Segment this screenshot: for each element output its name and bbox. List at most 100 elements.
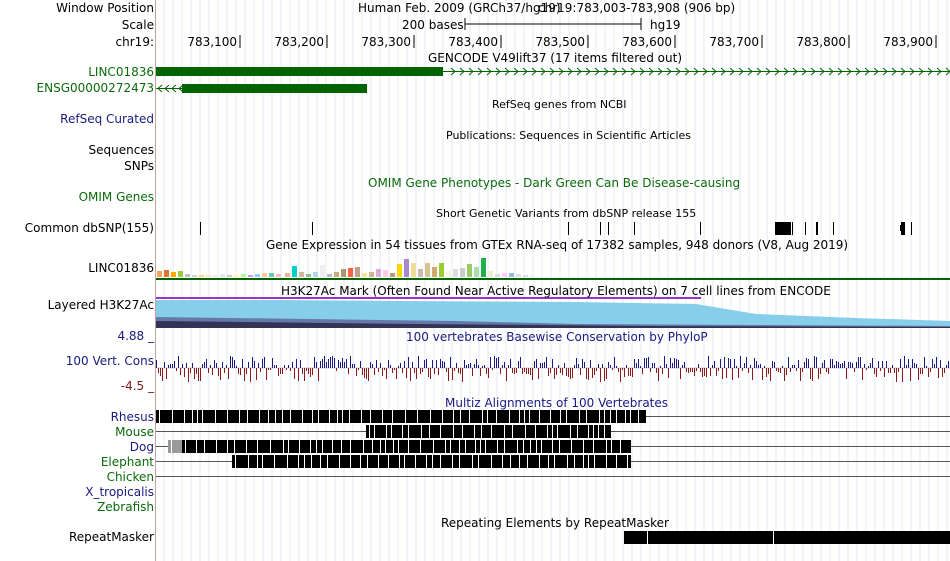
alignment-gap (560, 410, 561, 423)
cons-bar (278, 368, 279, 376)
track-label-snps[interactable]: SNPs (124, 159, 154, 173)
cons-bar (312, 368, 313, 375)
cons-bar (628, 368, 629, 376)
cons-bar (524, 368, 525, 372)
cons-bar (430, 368, 431, 379)
gtex-tissue-bar (327, 274, 332, 277)
alignment-gap (259, 410, 260, 423)
gtex-tissue-bar (362, 273, 367, 277)
cons-bar (166, 368, 167, 379)
cons-bar (840, 364, 841, 368)
alignment-gap (588, 425, 589, 438)
cons-bar (838, 362, 839, 368)
gtex-tissue-bar (397, 264, 402, 277)
track-label-cons[interactable]: 100 Vert. Cons (66, 354, 154, 368)
cons-bar (510, 359, 511, 368)
track-label-repeatmasker[interactable]: RepeatMasker (69, 530, 154, 544)
species-label-zebrafish[interactable]: Zebrafish (97, 500, 154, 514)
window-position-label: Window Position (56, 1, 154, 15)
alignment-gap (548, 455, 549, 468)
cons-bar (348, 368, 349, 374)
cons-bar (618, 368, 619, 372)
cons-bar (646, 358, 647, 368)
species-label-xtropicalis[interactable]: X_tropicalis (85, 485, 154, 499)
cons-bar (848, 362, 849, 368)
cons-bar (830, 359, 831, 368)
cons-bar (462, 368, 463, 382)
track-label-refseq[interactable]: RefSeq Curated (60, 112, 154, 126)
cons-bar (372, 364, 373, 368)
cons-bar (306, 368, 307, 371)
alignment-gap (462, 425, 463, 438)
h3k27ac-signal (156, 297, 950, 328)
species-label-mouse[interactable]: Mouse (115, 425, 154, 439)
species-label-elephant[interactable]: Elephant (101, 455, 154, 469)
alignment-gap (283, 440, 284, 453)
alignment-gap (270, 440, 271, 453)
track-label-gtex[interactable]: LINC01836 (88, 261, 154, 275)
cons-bar (182, 364, 183, 368)
cons-bar (266, 368, 267, 380)
publications-title: Publications: Sequences in Scientific Ar… (446, 129, 691, 142)
snp-mark (833, 222, 834, 235)
cons-bar (592, 368, 593, 378)
cons-bar (280, 368, 281, 374)
cons-bar (324, 356, 325, 368)
species-label-rhesus[interactable]: Rhesus (111, 410, 154, 424)
cons-bar (196, 368, 197, 374)
cons-bar (436, 360, 437, 368)
gtex-tissue-bar (164, 270, 169, 277)
gtex-tissue-bar (523, 275, 528, 277)
alignment-gap (316, 440, 317, 453)
alignment-gap (304, 455, 305, 468)
track-label-linc01836[interactable]: LINC01836 (88, 65, 154, 79)
cons-bar (400, 363, 401, 368)
cons-bar (370, 362, 371, 368)
cons-bar (576, 358, 577, 368)
gtex-tissue-bar (481, 258, 486, 277)
alignment-gap (519, 455, 520, 468)
cons-bar (914, 363, 915, 368)
cons-bar (298, 368, 299, 381)
snp-mark (600, 222, 601, 235)
cons-bar (740, 356, 741, 368)
alignment-gap (382, 410, 383, 423)
cons-bar (620, 368, 621, 382)
alignment-gap (234, 440, 235, 453)
cons-bar (768, 368, 769, 374)
cons-bar (208, 368, 209, 373)
track-label-omim[interactable]: OMIM Genes (79, 190, 154, 204)
cons-bar (340, 362, 341, 368)
track-label-ensg[interactable]: ENSG00000272473 (37, 81, 154, 95)
cons-bar (528, 368, 529, 374)
refseq-title: RefSeq genes from NCBI (492, 98, 627, 111)
alignment-gap (363, 440, 364, 453)
gtex-tissue-bar (425, 263, 430, 277)
gtex-tissue-bar (390, 273, 395, 277)
cons-bar (238, 368, 239, 374)
snp-mark (700, 222, 701, 235)
gtex-tissue-bar (292, 266, 297, 277)
species-label-chicken[interactable]: Chicken (107, 470, 154, 484)
track-label-sequences[interactable]: Sequences (89, 143, 154, 157)
snp-mark (805, 222, 806, 235)
species-label-dog[interactable]: Dog (130, 440, 154, 454)
cons-bar (426, 359, 427, 368)
alignment-gap (512, 425, 513, 438)
cons-bar (186, 363, 187, 368)
cons-bar (846, 368, 847, 379)
alignment-gap (421, 425, 422, 438)
alignment-gap (611, 440, 612, 453)
cons-bar (688, 368, 689, 373)
cons-bar (328, 359, 329, 368)
track-label-h3k27ac[interactable]: Layered H3K27Ac (48, 298, 154, 312)
gene-linc01836-exon (156, 67, 443, 76)
cons-bar (856, 362, 857, 368)
repeat-element (624, 531, 950, 544)
cons-bar (204, 362, 205, 368)
genome-browser-image[interactable]: Human Feb. 2009 (GRCh37/hg19) chr19:783,… (156, 0, 950, 561)
track-label-dbsnp[interactable]: Common dbSNP(155) (25, 221, 154, 235)
alignment-gap (539, 455, 540, 468)
alignment-gap (399, 455, 400, 468)
cons-bar (300, 360, 301, 368)
